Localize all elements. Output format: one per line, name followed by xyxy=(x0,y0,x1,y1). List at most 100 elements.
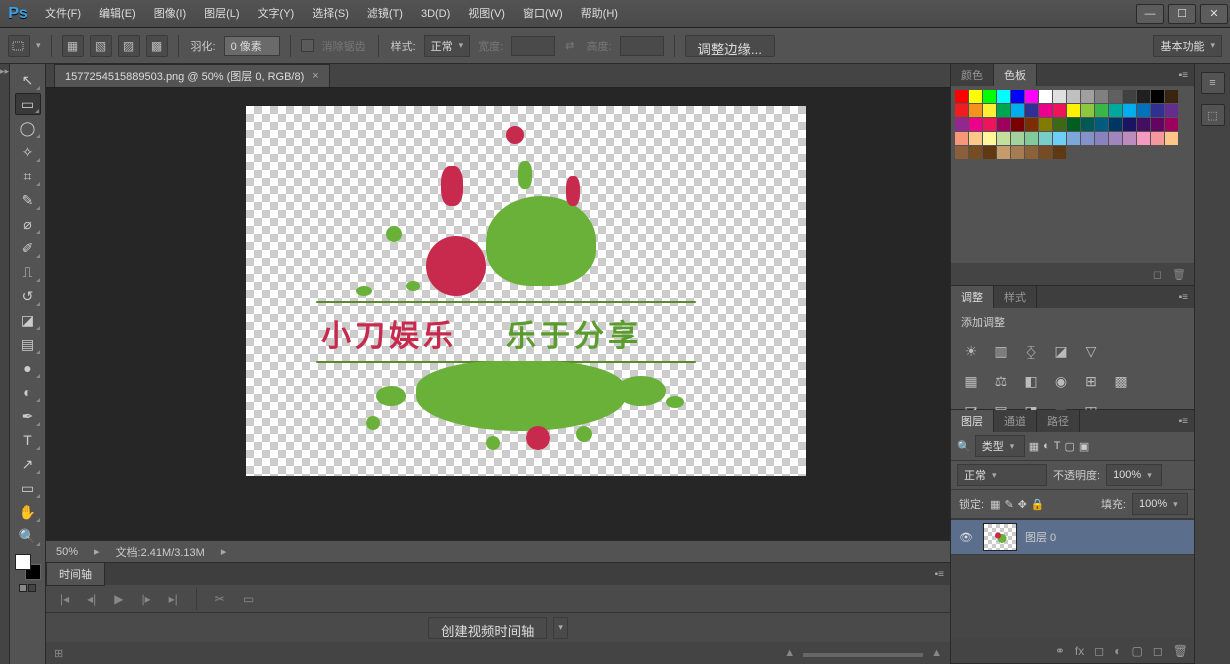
menu-item[interactable]: 编辑(E) xyxy=(90,0,145,28)
swatch[interactable] xyxy=(969,146,982,159)
new-fill-adjust-icon[interactable]: ◐ xyxy=(1114,644,1121,658)
swatch[interactable] xyxy=(955,118,968,131)
blend-mode-dropdown[interactable]: 正常▾ xyxy=(957,464,1047,486)
timeline-tab[interactable]: 时间轴 xyxy=(46,562,105,586)
swatch[interactable] xyxy=(1137,132,1150,145)
document-tab[interactable]: 1577254515889503.png @ 50% (图层 0, RGB/8)… xyxy=(54,64,330,87)
swatch[interactable] xyxy=(1151,132,1164,145)
delete-swatch-icon[interactable]: 🗑 xyxy=(1172,268,1186,281)
swatch[interactable] xyxy=(1151,104,1164,117)
swatch[interactable] xyxy=(1109,132,1122,145)
swatch[interactable] xyxy=(955,90,968,103)
swatch[interactable] xyxy=(1039,132,1052,145)
crop-tool[interactable]: ⌗ xyxy=(15,165,41,187)
swatch[interactable] xyxy=(969,90,982,103)
close-button[interactable]: ✕ xyxy=(1200,4,1228,24)
layer-name[interactable]: 图层 0 xyxy=(1025,529,1056,545)
timeline-zoom-in-icon[interactable]: ▲ xyxy=(931,647,942,659)
hand-tool[interactable]: ✋ xyxy=(15,501,41,523)
swatch[interactable] xyxy=(1025,132,1038,145)
visibility-icon[interactable]: 👁 xyxy=(957,531,975,544)
swatch[interactable] xyxy=(1067,132,1080,145)
delete-layer-icon[interactable]: 🗑 xyxy=(1173,644,1188,658)
swatch[interactable] xyxy=(1095,132,1108,145)
layer-mask-icon[interactable]: ◻ xyxy=(1094,644,1104,658)
bw-icon[interactable]: ◧ xyxy=(1021,372,1041,390)
lock-position-icon[interactable]: ✥ xyxy=(1018,498,1027,511)
swatch[interactable] xyxy=(1067,118,1080,131)
menu-item[interactable]: 滤镜(T) xyxy=(358,0,412,28)
properties-panel-icon[interactable]: ⬚ xyxy=(1201,104,1225,126)
swatch[interactable] xyxy=(1151,118,1164,131)
filter-adjust-icon[interactable]: ◐ xyxy=(1043,440,1050,452)
adjustments-tab[interactable]: 调整 xyxy=(951,286,994,308)
swatch[interactable] xyxy=(1081,104,1094,117)
swatch[interactable] xyxy=(955,146,968,159)
swatch[interactable] xyxy=(997,146,1010,159)
magic-wand-tool[interactable]: ✧ xyxy=(15,141,41,163)
new-group-icon[interactable]: ▢ xyxy=(1131,644,1142,658)
swatch[interactable] xyxy=(1039,146,1052,159)
create-video-timeline-button[interactable]: 创建视频时间轴 xyxy=(428,617,547,639)
menu-item[interactable]: 图像(I) xyxy=(145,0,195,28)
swatch[interactable] xyxy=(955,104,968,117)
style-dropdown[interactable]: 正常▾ xyxy=(424,35,471,57)
swatch[interactable] xyxy=(969,132,982,145)
swatch[interactable] xyxy=(1053,146,1066,159)
swatch[interactable] xyxy=(1039,104,1052,117)
swatch[interactable] xyxy=(1095,118,1108,131)
swatch[interactable] xyxy=(955,132,968,145)
brush-tool[interactable]: ✐ xyxy=(15,237,41,259)
exposure-icon[interactable]: ◪ xyxy=(1051,342,1071,360)
swatch[interactable] xyxy=(1025,90,1038,103)
menu-item[interactable]: 窗口(W) xyxy=(514,0,572,28)
filter-pixel-icon[interactable]: ▦ xyxy=(1029,440,1039,453)
swatch[interactable] xyxy=(1165,132,1178,145)
hue-icon[interactable]: ▦ xyxy=(961,372,981,390)
swatch[interactable] xyxy=(1011,104,1024,117)
swatch[interactable] xyxy=(1011,90,1024,103)
marquee-tool[interactable]: ▭ xyxy=(15,93,41,115)
eyedropper-tool[interactable]: ✎ xyxy=(15,189,41,211)
timeline-convert-icon[interactable]: ⊞ xyxy=(54,647,63,660)
tool-strip-toggle[interactable]: ▸▸ xyxy=(0,64,10,664)
adjustments-menu-icon[interactable]: ▪≡ xyxy=(1173,292,1194,303)
swatch[interactable] xyxy=(1053,104,1066,117)
swatch[interactable] xyxy=(983,118,996,131)
channel-mixer-icon[interactable]: ⊞ xyxy=(1081,372,1101,390)
color-balance-icon[interactable]: ⚖ xyxy=(991,372,1011,390)
minimize-button[interactable]: — xyxy=(1136,4,1164,24)
swatch[interactable] xyxy=(983,90,996,103)
path-selection-tool[interactable]: ↗ xyxy=(15,453,41,475)
zoom-level[interactable]: 50% xyxy=(56,546,78,558)
close-tab-icon[interactable]: × xyxy=(312,70,318,82)
swatch[interactable] xyxy=(997,132,1010,145)
swatch[interactable] xyxy=(1025,104,1038,117)
transition-icon[interactable]: ▭ xyxy=(239,592,258,606)
menu-item[interactable]: 图层(L) xyxy=(195,0,248,28)
timeline-zoom-out-icon[interactable]: ▲ xyxy=(784,647,795,659)
swatch-grid[interactable] xyxy=(951,86,1194,163)
lock-transparent-icon[interactable]: ▦ xyxy=(990,498,1000,511)
canvas[interactable]: 小刀娱乐 乐于分享 xyxy=(246,106,806,476)
layers-menu-icon[interactable]: ▪≡ xyxy=(1173,416,1194,427)
menu-item[interactable]: 3D(D) xyxy=(412,0,459,28)
swatch[interactable] xyxy=(1123,132,1136,145)
swatch[interactable] xyxy=(1123,118,1136,131)
swatch[interactable] xyxy=(1165,118,1178,131)
swatch[interactable] xyxy=(1095,104,1108,117)
swatch[interactable] xyxy=(1053,118,1066,131)
lock-all-icon[interactable]: 🔒 xyxy=(1031,498,1045,511)
swatch[interactable] xyxy=(1053,132,1066,145)
filter-shape-icon[interactable]: ▢ xyxy=(1065,440,1075,453)
swatch[interactable] xyxy=(1039,90,1052,103)
intersect-selection-icon[interactable]: ▩ xyxy=(146,35,168,57)
refine-edge-button[interactable]: 调整边缘... xyxy=(685,35,775,57)
layer-filter-kind[interactable]: 类型▾ xyxy=(975,435,1025,457)
layer-row[interactable]: 👁 图层 0 xyxy=(951,519,1194,555)
vibrance-icon[interactable]: ▽ xyxy=(1081,342,1101,360)
new-swatch-icon[interactable]: ◻ xyxy=(1153,268,1162,281)
channels-tab[interactable]: 通道 xyxy=(994,410,1037,432)
maximize-button[interactable]: ☐ xyxy=(1168,4,1196,24)
pen-tool[interactable]: ✒ xyxy=(15,405,41,427)
